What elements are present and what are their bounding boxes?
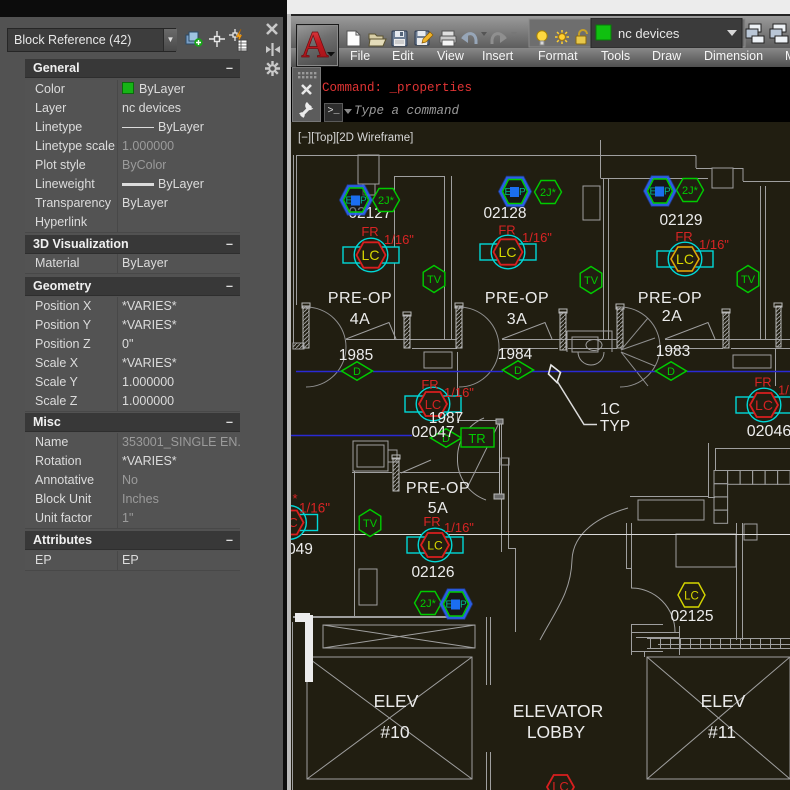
- svg-text:1984: 1984: [498, 346, 533, 363]
- svg-text:PRE-OP: PRE-OP: [638, 290, 702, 307]
- svg-text:LC: LC: [499, 244, 517, 260]
- svg-text:1983: 1983: [656, 343, 690, 360]
- svg-text:LC: LC: [427, 539, 443, 553]
- svg-text:5A: 5A: [428, 500, 449, 517]
- svg-text:02128: 02128: [483, 205, 526, 222]
- svg-text:A: A: [301, 25, 329, 66]
- svg-text:02126: 02126: [411, 564, 454, 581]
- svg-text:LC: LC: [755, 397, 773, 413]
- svg-text:LC: LC: [684, 591, 699, 603]
- svg-text:LC: LC: [362, 247, 380, 263]
- svg-text:1/16: 1/16: [778, 383, 790, 398]
- svg-text:2A: 2A: [662, 308, 683, 325]
- svg-text:nc devices: nc devices: [618, 26, 680, 41]
- svg-text:049: 049: [291, 541, 313, 558]
- svg-text:FR: FR: [754, 375, 771, 390]
- svg-text:LC: LC: [291, 515, 298, 530]
- svg-text:4A: 4A: [350, 311, 371, 328]
- svg-text:ELEV: ELEV: [701, 691, 746, 711]
- svg-text:02047: 02047: [411, 424, 454, 441]
- svg-text:1985: 1985: [339, 347, 373, 364]
- svg-text:FR: FR: [421, 377, 438, 392]
- svg-text:LOBBY: LOBBY: [527, 722, 586, 742]
- svg-text:1/16": 1/16": [699, 237, 729, 252]
- svg-text:LC: LC: [552, 779, 569, 790]
- svg-text:1/16": 1/16": [444, 385, 474, 400]
- svg-text:1/16": 1/16": [444, 520, 474, 535]
- svg-text:TR: TR: [468, 431, 485, 446]
- svg-text:*: *: [292, 491, 297, 506]
- svg-text:LC: LC: [676, 251, 694, 267]
- svg-text:#11: #11: [708, 722, 736, 742]
- svg-text:02046: 02046: [747, 423, 790, 440]
- svg-text:02129: 02129: [659, 212, 702, 229]
- svg-text:1/16": 1/16": [384, 232, 414, 247]
- svg-text:3A: 3A: [507, 311, 528, 328]
- svg-text:PRE-OP: PRE-OP: [328, 290, 392, 307]
- svg-text:PRE-OP: PRE-OP: [406, 480, 470, 497]
- svg-text:1/16": 1/16": [522, 230, 552, 245]
- svg-text:FR: FR: [498, 223, 515, 238]
- svg-text:FR: FR: [361, 224, 378, 239]
- svg-text:1/16": 1/16": [299, 501, 330, 516]
- svg-text:[−][Top][2D Wireframe]: [−][Top][2D Wireframe]: [298, 132, 413, 144]
- svg-text:ELEV: ELEV: [374, 691, 419, 711]
- svg-text:ELEVATOR: ELEVATOR: [513, 701, 603, 721]
- svg-text:1C: 1C: [600, 401, 620, 418]
- svg-text:#10: #10: [380, 722, 409, 742]
- svg-text:PRE-OP: PRE-OP: [485, 290, 549, 307]
- svg-text:TYP: TYP: [600, 418, 630, 435]
- svg-text:02125: 02125: [670, 608, 713, 625]
- svg-text:FR: FR: [675, 229, 692, 244]
